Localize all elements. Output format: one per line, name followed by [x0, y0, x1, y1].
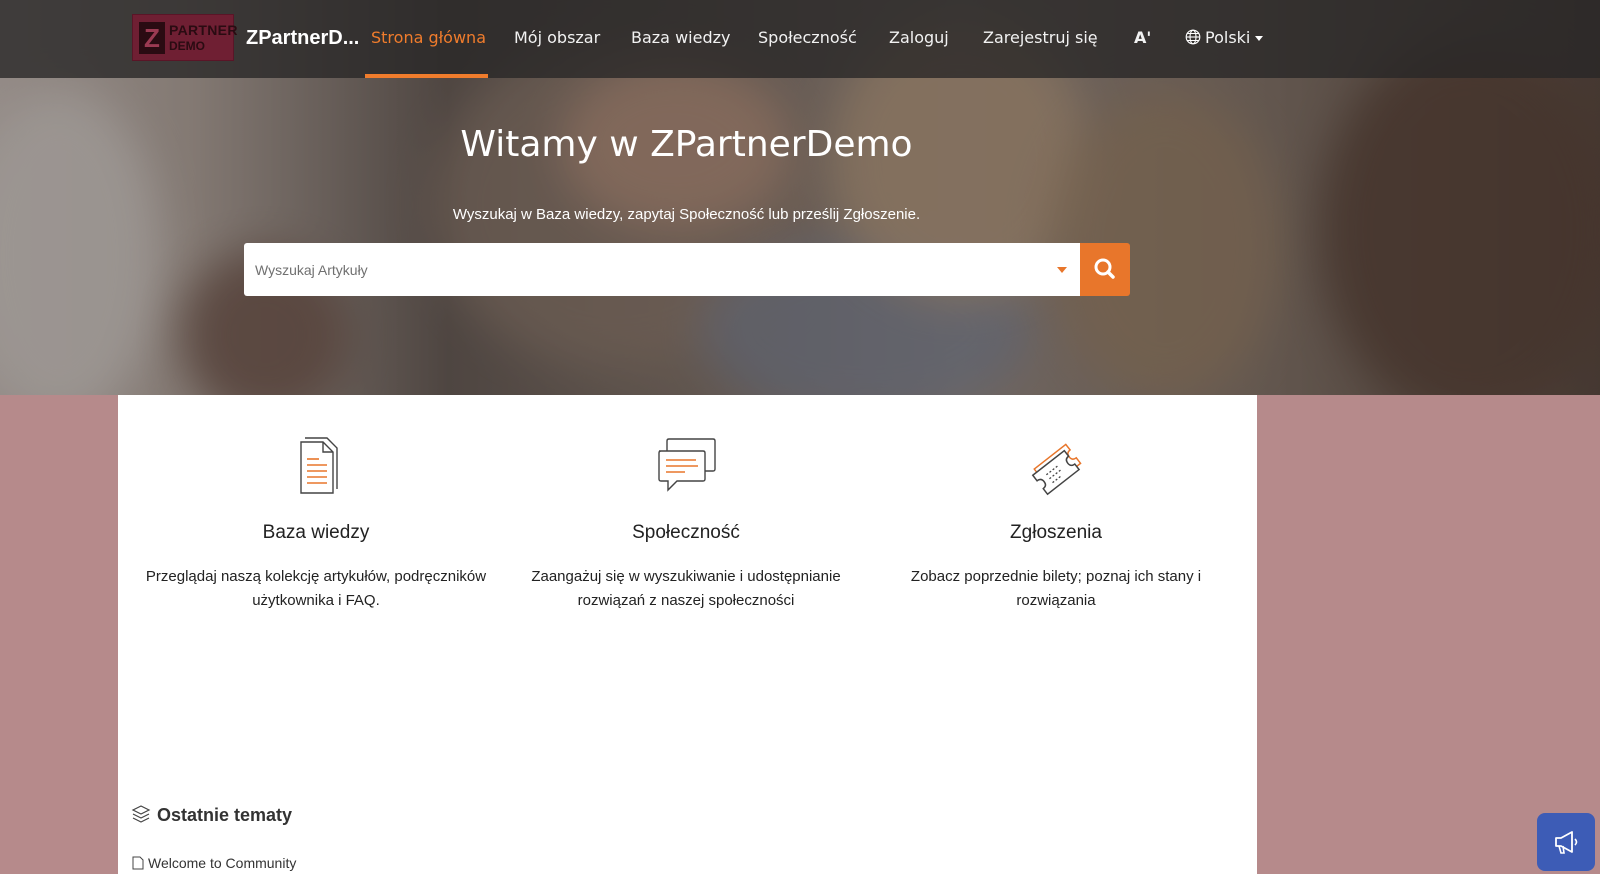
nav-home[interactable]: Strona główna [371, 27, 486, 49]
hero-subtitle: Wyszukaj w Baza wiedzy, zapytaj Społeczn… [452, 206, 921, 223]
feature-title: Zgłoszenia [1010, 522, 1102, 543]
nav-community[interactable]: Społeczność [758, 27, 857, 49]
nav-knowledge-base[interactable]: Baza wiedzy [631, 27, 730, 49]
search-button[interactable] [1080, 243, 1130, 296]
logo-line-2: DEMO [169, 39, 205, 53]
feature-title: Społeczność [632, 522, 740, 543]
feature-tickets[interactable]: Zgłoszenia Zobacz poprzednie bilety; poz… [871, 435, 1241, 613]
megaphone-icon [1555, 831, 1578, 854]
ticket-icon [1031, 443, 1082, 496]
announcement-button[interactable] [1537, 813, 1595, 871]
recent-topic-link[interactable]: Welcome to Community [148, 855, 296, 871]
active-nav-indicator [365, 74, 488, 78]
recent-topics-heading: Ostatnie tematy [131, 803, 292, 827]
feature-description: Zobacz poprzednie bilety; poznaj ich sta… [910, 568, 1202, 609]
logo-letter: Z [139, 22, 165, 54]
search-bar [244, 243, 1080, 296]
page-title: Witamy w ZPartnerDemo [460, 124, 913, 165]
recent-topic-item[interactable]: Welcome to Community [132, 853, 296, 873]
main-content: Baza wiedzy Przeglądaj naszą kolekcję ar… [118, 395, 1257, 874]
language-label: Polski [1205, 28, 1251, 47]
feature-description: Przeglądaj naszą kolekcję artykułów, pod… [145, 568, 487, 609]
partner-logo[interactable]: Z PARTNER DEMO [132, 14, 237, 61]
feature-title: Baza wiedzy [262, 522, 370, 543]
nav-sign-up[interactable]: Zarejestruj się [983, 27, 1098, 49]
feature-knowledge-base[interactable]: Baza wiedzy Przeglądaj naszą kolekcję ar… [131, 435, 501, 613]
recent-topics-title: Ostatnie tematy [157, 805, 293, 825]
document-icon [300, 437, 338, 494]
search-icon [1094, 258, 1115, 279]
search-input[interactable] [255, 243, 1015, 296]
file-icon [132, 856, 144, 870]
language-selector[interactable]: Polski [1185, 27, 1264, 49]
feature-community[interactable]: Społeczność Zaangażuj się w wyszukiwanie… [501, 435, 871, 613]
font-size-toggle[interactable]: A' [1134, 27, 1151, 49]
logo-line-1: PARTNER [169, 22, 238, 38]
globe-icon [1185, 29, 1201, 45]
brand-name[interactable]: ZPartnerD... [246, 25, 359, 51]
layers-icon [131, 805, 151, 823]
top-navbar: Z PARTNER DEMO ZPartnerD... Strona główn… [0, 0, 1600, 78]
chevron-down-icon [1255, 36, 1264, 41]
nav-sign-in[interactable]: Zaloguj [889, 27, 949, 49]
feature-description: Zaangażuj się w wyszukiwanie i udostępni… [531, 568, 841, 609]
search-scope-dropdown-icon[interactable] [1057, 267, 1067, 273]
nav-my-area[interactable]: Mój obszar [514, 27, 600, 49]
chat-icon [658, 438, 716, 492]
